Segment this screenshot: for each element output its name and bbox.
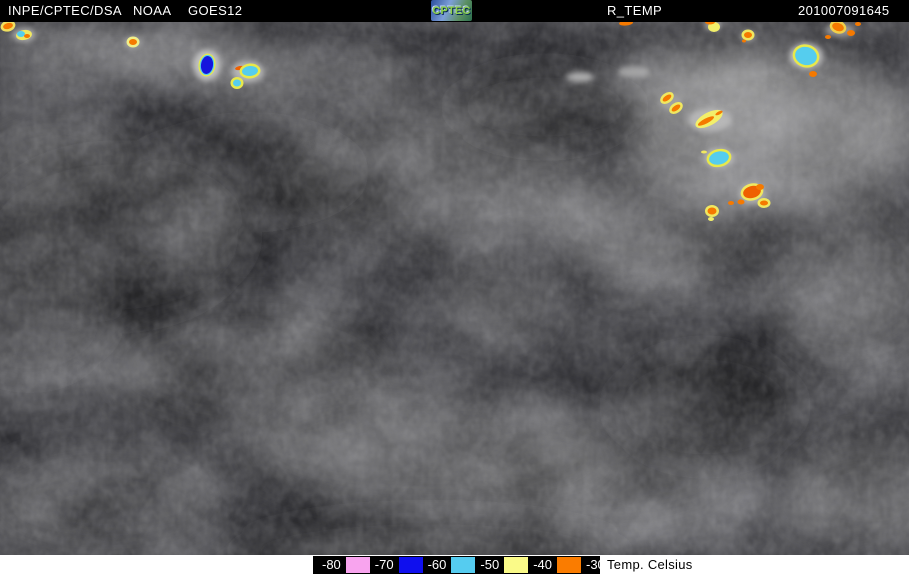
cold-cloud-spot — [847, 30, 855, 36]
cold-cloud-spot — [728, 201, 734, 205]
cptec-logo: CPTEC — [431, 0, 472, 21]
satellite-product-window: INPE/CPTEC/DSA NOAA GOES12 CPTEC R_TEMP … — [0, 0, 909, 575]
legend-swatch — [504, 557, 529, 573]
cold-cloud-spot — [756, 184, 764, 190]
cold-cloud-spot — [741, 29, 755, 41]
legend-title: Temp. Celsius — [607, 557, 693, 572]
legend-label: -70 — [374, 557, 394, 572]
header-bar: INPE/CPTEC/DSA NOAA GOES12 CPTEC R_TEMP … — [0, 0, 909, 22]
cold-cloud-spot — [855, 22, 861, 26]
cptec-logo-text: CPTEC — [432, 4, 471, 17]
legend-label: -30 — [585, 557, 600, 572]
legend-label: -50 — [480, 557, 500, 572]
agency-label: INPE/CPTEC/DSA — [8, 3, 122, 18]
cold-cloud-spot — [737, 199, 745, 205]
cold-cloud-spot — [701, 150, 707, 154]
cold-cloud-spot — [825, 35, 831, 39]
cold-cloud-spot — [742, 39, 746, 43]
legend-label: -40 — [533, 557, 552, 572]
cold-cloud-spot — [126, 36, 140, 48]
cold-cloud-spot — [230, 77, 244, 89]
timestamp-label: 201007091645 — [798, 3, 890, 18]
product-name-label: R_TEMP — [607, 3, 663, 18]
cold-cloud-spot — [17, 31, 25, 37]
cloud-texture — [0, 22, 909, 555]
cold-cloud-spot — [705, 205, 719, 217]
legend-swatch — [451, 557, 476, 573]
cold-cloud-spot — [708, 217, 714, 221]
legend-scale: -80 -70 -60 -50 -40 -30 — [313, 556, 600, 574]
legend-swatch — [345, 557, 370, 573]
cold-cloud-spot — [757, 198, 771, 208]
legend-bar: -80 -70 -60 -50 -40 -30 Temp. Celsius — [0, 555, 909, 575]
cold-cloud-spot — [809, 71, 817, 77]
cold-cloud-spot — [24, 34, 30, 38]
legend-swatch — [398, 557, 423, 573]
legend-label: -60 — [427, 557, 447, 572]
network-label: NOAA — [133, 3, 172, 18]
legend-swatch — [556, 557, 581, 573]
satellite-image — [0, 22, 909, 555]
legend-label: -80 — [322, 557, 341, 572]
satellite-name-label: GOES12 — [188, 3, 243, 18]
